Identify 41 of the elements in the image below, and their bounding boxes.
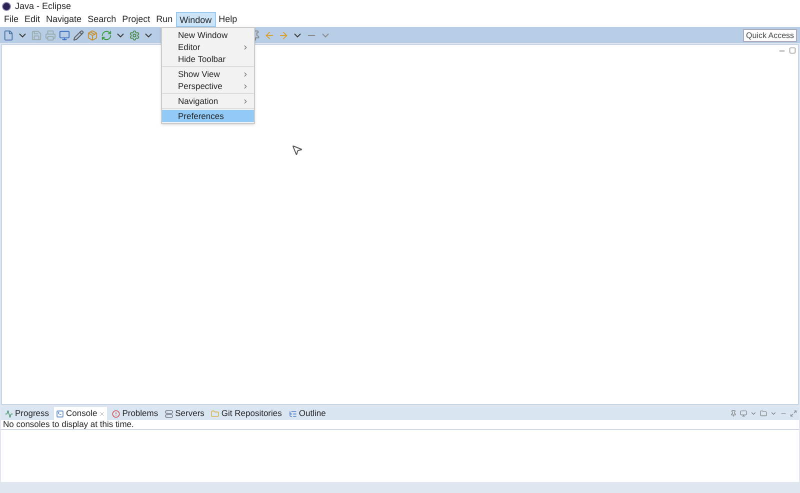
servers-icon (165, 410, 174, 418)
panel-tab[interactable]: Console (54, 407, 108, 420)
dropdown-item[interactable]: Navigation (162, 95, 254, 107)
panel-toolbar-icon[interactable] (790, 410, 797, 417)
progress-icon (5, 410, 13, 418)
panel-toolbar-icon[interactable] (740, 410, 747, 417)
panel-tab[interactable]: Problems (110, 407, 160, 420)
monitor-icon[interactable] (59, 30, 70, 40)
app-icon (2, 2, 11, 10)
pencil-icon[interactable] (73, 30, 84, 40)
quick-access-field[interactable]: Quick Access (743, 28, 797, 42)
dropdown-item[interactable]: Preferences (162, 110, 254, 122)
menu-item[interactable]: Help (216, 12, 240, 27)
outline-icon (288, 410, 297, 418)
folder-icon (211, 410, 220, 418)
console-message: No consoles to display at this time. (3, 420, 134, 429)
dropdown-item[interactable]: Hide Toolbar (162, 53, 254, 65)
menu-item[interactable]: File (1, 12, 22, 27)
console-icon (56, 410, 64, 418)
panel-tab[interactable]: Git Repositories (209, 407, 284, 420)
panel-toolbar-icon[interactable] (730, 410, 737, 417)
panel-toolbar-icon[interactable] (760, 410, 767, 417)
panel-toolbar-icon[interactable] (750, 410, 757, 417)
dropdown-item[interactable]: Show View (162, 68, 254, 80)
close-icon[interactable] (99, 410, 106, 416)
menu-item[interactable]: Window (176, 12, 216, 27)
panel-tab[interactable]: Outline (286, 407, 328, 420)
panel-tab[interactable]: Servers (163, 407, 206, 420)
menu-item[interactable]: Navigate (43, 12, 85, 27)
dropdown-item[interactable]: New Window (162, 29, 254, 41)
mouse-cursor-icon (291, 144, 303, 156)
panel-tab[interactable]: Progress (3, 407, 52, 420)
window-title: Java - Eclipse (15, 2, 72, 10)
menu-item[interactable]: Search (84, 12, 120, 27)
maximize-icon[interactable] (789, 47, 796, 54)
problems-icon (112, 410, 120, 418)
menu-item[interactable]: Project (119, 12, 154, 27)
menu-item[interactable]: Edit (22, 12, 44, 27)
dropdown-item[interactable]: Perspective (162, 80, 254, 92)
dropdown-item[interactable]: Editor (162, 41, 254, 53)
menu-item[interactable]: Run (153, 12, 176, 27)
